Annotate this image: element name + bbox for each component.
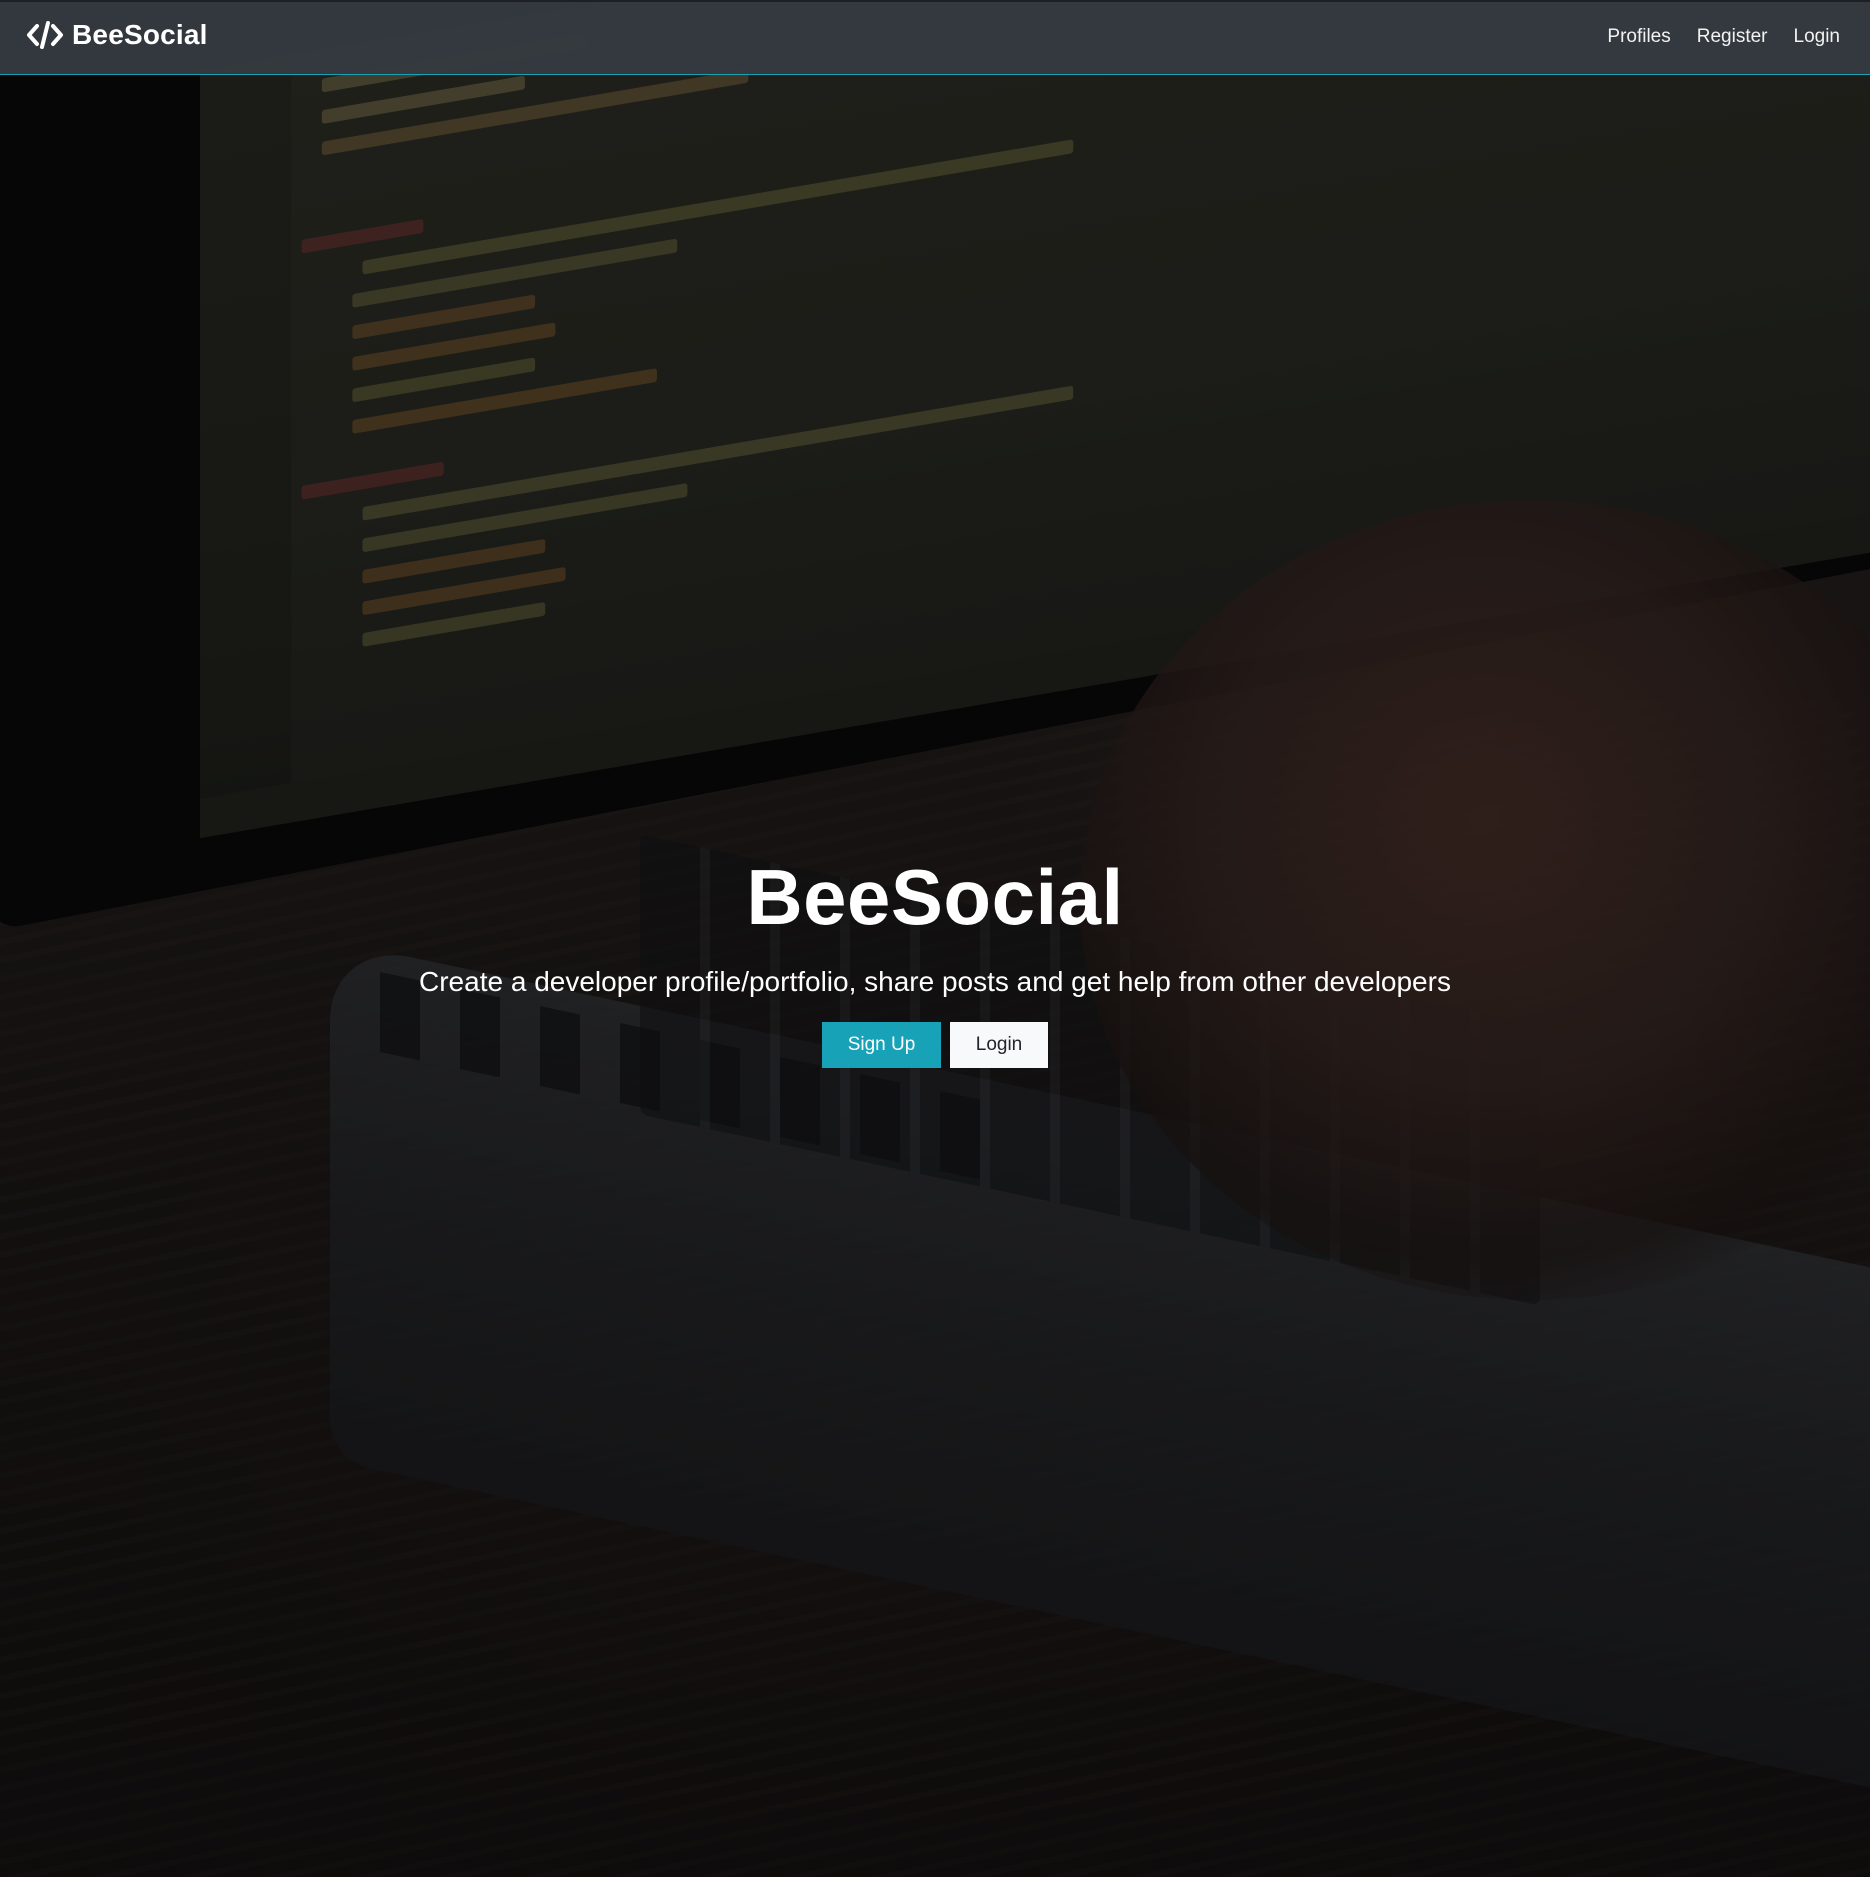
landing-page: BeeSocial Profiles Register Login BeeSoc… <box>0 0 1870 1877</box>
nav-profiles-link[interactable]: Profiles <box>1607 26 1670 48</box>
nav-links: Profiles Register Login <box>1581 26 1840 48</box>
nav-register-link[interactable]: Register <box>1697 26 1768 48</box>
hero-buttons: Sign Up Login <box>0 1022 1870 1068</box>
nav-login-link[interactable]: Login <box>1794 26 1841 48</box>
hero-title: BeeSocial <box>746 853 1124 941</box>
signup-button[interactable]: Sign Up <box>822 1022 941 1068</box>
login-button[interactable]: Login <box>950 1022 1048 1068</box>
code-icon <box>26 20 64 50</box>
brand-link[interactable]: BeeSocial <box>26 19 208 51</box>
hero-lead: Create a developer profile/portfolio, sh… <box>419 966 1451 997</box>
navbar: BeeSocial Profiles Register Login <box>0 0 1870 75</box>
brand-name: BeeSocial <box>72 19 208 50</box>
hero: BeeSocial Create a developer profile/por… <box>0 850 1870 1068</box>
